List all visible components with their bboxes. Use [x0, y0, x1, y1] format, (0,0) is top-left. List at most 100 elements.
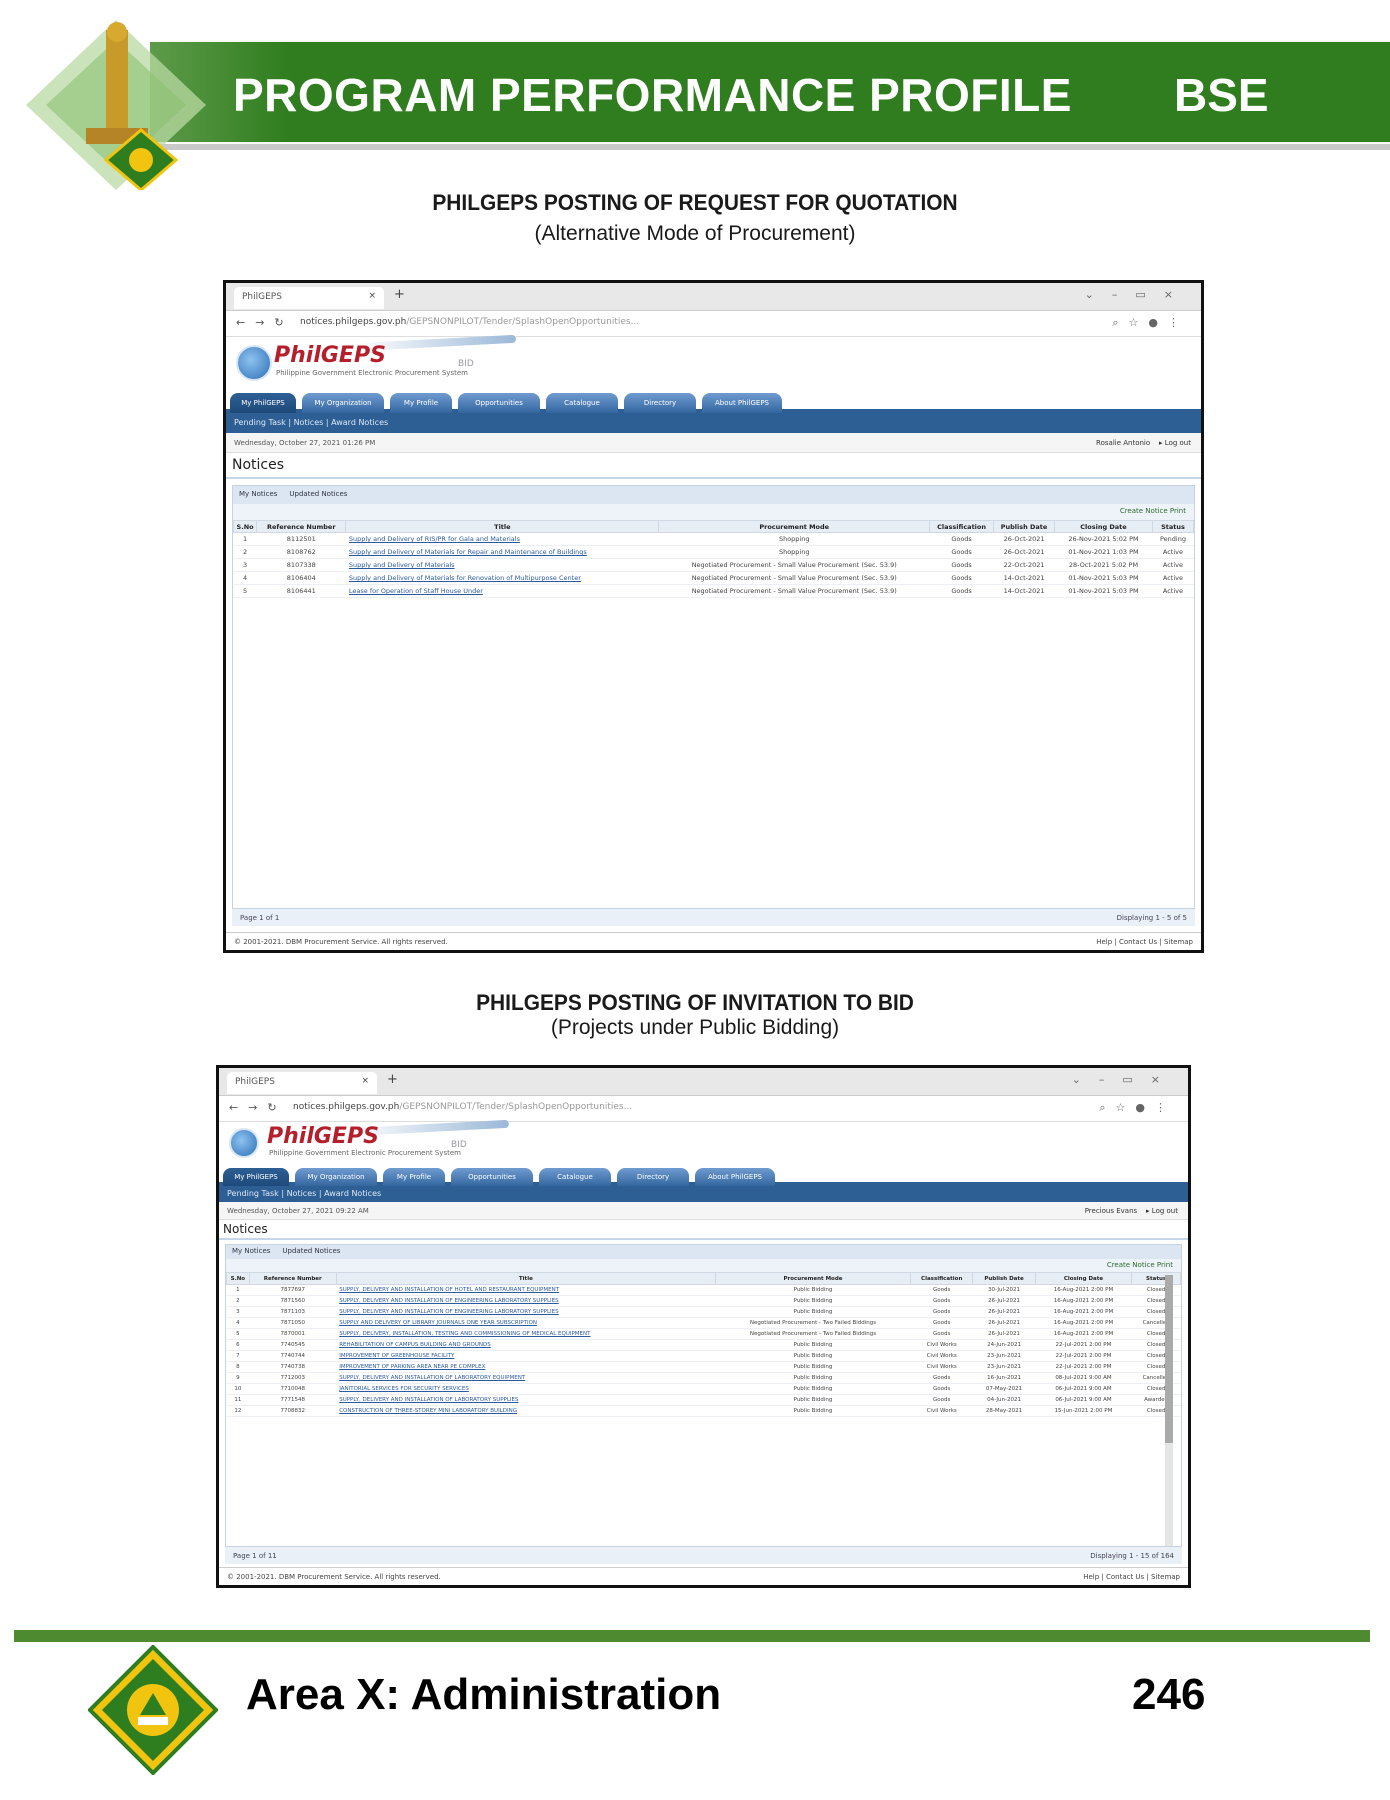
- browser-tab[interactable]: PhilGEPS ×: [234, 287, 384, 309]
- section2-title: PHILGEPS POSTING OF INVITATION TO BID: [476, 990, 914, 1015]
- panel-toolbar[interactable]: Create Notice Print: [226, 1259, 1181, 1272]
- column-header[interactable]: Reference Number: [248, 1272, 337, 1285]
- browser-tab[interactable]: PhilGEPS ×: [227, 1072, 377, 1094]
- column-header[interactable]: Closing Date: [1034, 1272, 1133, 1285]
- column-header[interactable]: Title: [335, 1272, 717, 1285]
- pager[interactable]: Page 1 of 11 Displaying 1 - 15 of 164: [225, 1546, 1182, 1564]
- table-row[interactable]: 5 7870001 SUPPLY, DELIVERY, INSTALLATION, …: [226, 1328, 1181, 1340]
- tab-catalogue[interactable]: Catalogue: [539, 1168, 611, 1186]
- panel-tab-my-notices[interactable]: My Notices: [232, 1247, 270, 1255]
- table-row[interactable]: 1 8112501 Supply and Delivery of RIS/PR fo…: [233, 532, 1194, 546]
- notice-title-link[interactable]: SUPPLY, DELIVERY AND INSTALLATION OF LAB…: [336, 1372, 716, 1384]
- tab-opportunities[interactable]: Opportunities: [451, 1168, 533, 1186]
- notice-title-link[interactable]: IMPROVEMENT OF PARKING AREA NEAR PE COMP…: [336, 1361, 716, 1373]
- nav-buttons[interactable]: ←→↻: [229, 1101, 287, 1114]
- notice-title-link[interactable]: Lease for Operation of Staff House Under: [345, 584, 659, 598]
- address-icons[interactable]: ⌕☆●⋮: [1099, 1101, 1176, 1115]
- notice-title-link[interactable]: SUPPLY, DELIVERY, INSTALLATION, TESTING …: [336, 1328, 716, 1340]
- notice-title-link[interactable]: SUPPLY, DELIVERY AND INSTALLATION OF LAB…: [336, 1394, 716, 1406]
- pager[interactable]: Page 1 of 1 Displaying 1 - 5 of 5: [232, 908, 1195, 926]
- notice-title-link[interactable]: Supply and Delivery of Materials for Rep…: [345, 545, 659, 559]
- notice-title-link[interactable]: SUPPLY, DELIVERY AND INSTALLATION OF HOT…: [336, 1284, 716, 1296]
- sub-navigation[interactable]: Pending Task | Notices | Award Notices: [219, 1186, 1188, 1202]
- table-cell: 24-Jun-2021: [972, 1339, 1036, 1351]
- table-row[interactable]: 4 7871050 SUPPLY AND DELIVERY OF LIBRARY J…: [226, 1317, 1181, 1329]
- panel-tab-updated[interactable]: Updated Notices: [289, 490, 347, 498]
- table-row[interactable]: 6 7740545 REHABILITATION OF CAMPUS BUILDIN…: [226, 1339, 1181, 1351]
- notice-title-link[interactable]: CONSTRUCTION OF THREE-STOREY MINI LABORA…: [336, 1405, 716, 1417]
- tab-directory[interactable]: Directory: [617, 1168, 689, 1186]
- scrollbar-thumb[interactable]: [1165, 1275, 1173, 1443]
- column-header[interactable]: Status: [1131, 1272, 1181, 1285]
- notice-title-link[interactable]: IMPROVEMENT OF GREENHOUSE FACILITY: [336, 1350, 716, 1362]
- notice-title-link[interactable]: Supply and Delivery of Materials for Ren…: [345, 571, 659, 585]
- column-header[interactable]: Procurement Mode: [715, 1272, 911, 1285]
- notice-title-link[interactable]: Supply and Delivery of RIS/PR for Gala a…: [345, 532, 659, 546]
- table-scrollbar[interactable]: [1165, 1275, 1173, 1555]
- notice-title-link[interactable]: SUPPLY, DELIVERY AND INSTALLATION OF ENG…: [336, 1295, 716, 1307]
- column-header[interactable]: Publish Date: [972, 1272, 1036, 1285]
- table-row[interactable]: 9 7712003 SUPPLY, DELIVERY AND INSTALLATIO…: [226, 1372, 1181, 1384]
- column-header[interactable]: Status: [1151, 520, 1195, 533]
- logout-link[interactable]: Log out: [1152, 1207, 1178, 1215]
- tab-directory[interactable]: Directory: [624, 393, 696, 413]
- table-row[interactable]: 2 8108762 Supply and Delivery of Materials…: [233, 545, 1194, 559]
- notice-title-link[interactable]: JANITORIAL SERVICES FOR SECURITY SERVICE…: [336, 1383, 716, 1395]
- table-row[interactable]: 7 7740744 IMPROVEMENT OF GREENHOUSE FACILI…: [226, 1350, 1181, 1362]
- sub-navigation[interactable]: Pending Task | Notices | Award Notices: [226, 413, 1201, 433]
- window-controls[interactable]: ⌄–▭×: [1072, 1073, 1178, 1086]
- table-row[interactable]: 1 7877697 SUPPLY, DELIVERY AND INSTALLATIO…: [226, 1284, 1181, 1296]
- url-field[interactable]: notices.philgeps.gov.ph/GEPSNONPILOT/Ten…: [300, 317, 639, 327]
- column-header[interactable]: Procurement Mode: [658, 520, 931, 533]
- column-header[interactable]: Title: [345, 520, 660, 533]
- address-bar[interactable]: ←→↻ notices.philgeps.gov.ph/GEPSNONPILOT…: [219, 1096, 1188, 1122]
- window-controls[interactable]: ⌄–▭×: [1085, 288, 1191, 301]
- table-row[interactable]: 3 7871103 SUPPLY, DELIVERY AND INSTALLATIO…: [226, 1306, 1181, 1318]
- tab-my-philgeps[interactable]: My PhilGEPS: [223, 1168, 289, 1186]
- column-header[interactable]: Publish Date: [993, 520, 1056, 533]
- logout-link[interactable]: Log out: [1165, 439, 1191, 447]
- notice-title-link[interactable]: SUPPLY, DELIVERY AND INSTALLATION OF ENG…: [336, 1306, 716, 1318]
- tab-my-philgeps[interactable]: My PhilGEPS: [230, 393, 296, 413]
- table-row[interactable]: 12 7708832 CONSTRUCTION OF THREE-STOREY MI…: [226, 1405, 1181, 1417]
- table-row[interactable]: 4 8106404 Supply and Delivery of Materials…: [233, 571, 1194, 585]
- close-tab-icon[interactable]: ×: [361, 1076, 369, 1086]
- tab-my-organization[interactable]: My Organization: [295, 1168, 377, 1186]
- panel-toolbar[interactable]: Create Notice Print: [233, 504, 1194, 520]
- footer-links[interactable]: Help | Contact Us | Sitemap: [1096, 938, 1193, 946]
- table-row[interactable]: 8 7740738 IMPROVEMENT OF PARKING AREA NEAR…: [226, 1361, 1181, 1373]
- tab-my-organization[interactable]: My Organization: [302, 393, 384, 413]
- tab-my-profile[interactable]: My Profile: [390, 393, 452, 413]
- user-name[interactable]: Rosalie Antonio: [1096, 439, 1150, 447]
- tab-about[interactable]: About PhilGEPS: [702, 393, 782, 413]
- column-header[interactable]: Reference Number: [256, 520, 347, 533]
- tab-about[interactable]: About PhilGEPS: [695, 1168, 775, 1186]
- column-header[interactable]: Classification: [929, 520, 995, 533]
- panel-tab-my-notices[interactable]: My Notices: [239, 490, 277, 498]
- nav-buttons[interactable]: ←→↻: [236, 316, 294, 329]
- panel-tab-updated[interactable]: Updated Notices: [282, 1247, 340, 1255]
- close-tab-icon[interactable]: ×: [368, 291, 376, 301]
- column-header[interactable]: S.No: [232, 520, 258, 533]
- address-icons[interactable]: ⌕☆●⋮: [1112, 316, 1189, 330]
- address-bar[interactable]: ←→↻ notices.philgeps.gov.ph/GEPSNONPILOT…: [226, 311, 1201, 337]
- new-tab-icon[interactable]: +: [394, 287, 405, 302]
- table-row[interactable]: 10 7710048 JANITORIAL SERVICES FOR SECURIT…: [226, 1383, 1181, 1395]
- tab-opportunities[interactable]: Opportunities: [458, 393, 540, 413]
- table-row[interactable]: 3 8107338 Supply and Delivery of Materials…: [233, 558, 1194, 572]
- table-row[interactable]: 2 7871560 SUPPLY, DELIVERY AND INSTALLATIO…: [226, 1295, 1181, 1307]
- url-field[interactable]: notices.philgeps.gov.ph/GEPSNONPILOT/Ten…: [293, 1102, 632, 1112]
- tab-catalogue[interactable]: Catalogue: [546, 393, 618, 413]
- column-header[interactable]: Closing Date: [1054, 520, 1153, 533]
- tab-my-profile[interactable]: My Profile: [383, 1168, 445, 1186]
- table-row[interactable]: 11 7771548 SUPPLY, DELIVERY AND INSTALLATI…: [226, 1394, 1181, 1406]
- user-name[interactable]: Precious Evans: [1085, 1207, 1137, 1215]
- notice-title-link[interactable]: REHABILITATION OF CAMPUS BUILDING AND GR…: [336, 1339, 716, 1351]
- notice-title-link[interactable]: SUPPLY AND DELIVERY OF LIBRARY JOURNALS …: [336, 1317, 716, 1329]
- footer-links[interactable]: Help | Contact Us | Sitemap: [1083, 1573, 1180, 1581]
- notice-title-link[interactable]: Supply and Delivery of Materials: [345, 558, 659, 572]
- new-tab-icon[interactable]: +: [387, 1072, 398, 1087]
- table-row[interactable]: 5 8106441 Lease for Operation of Staff Hou…: [233, 584, 1194, 598]
- column-header[interactable]: S.No: [226, 1272, 250, 1285]
- column-header[interactable]: Classification: [909, 1272, 974, 1285]
